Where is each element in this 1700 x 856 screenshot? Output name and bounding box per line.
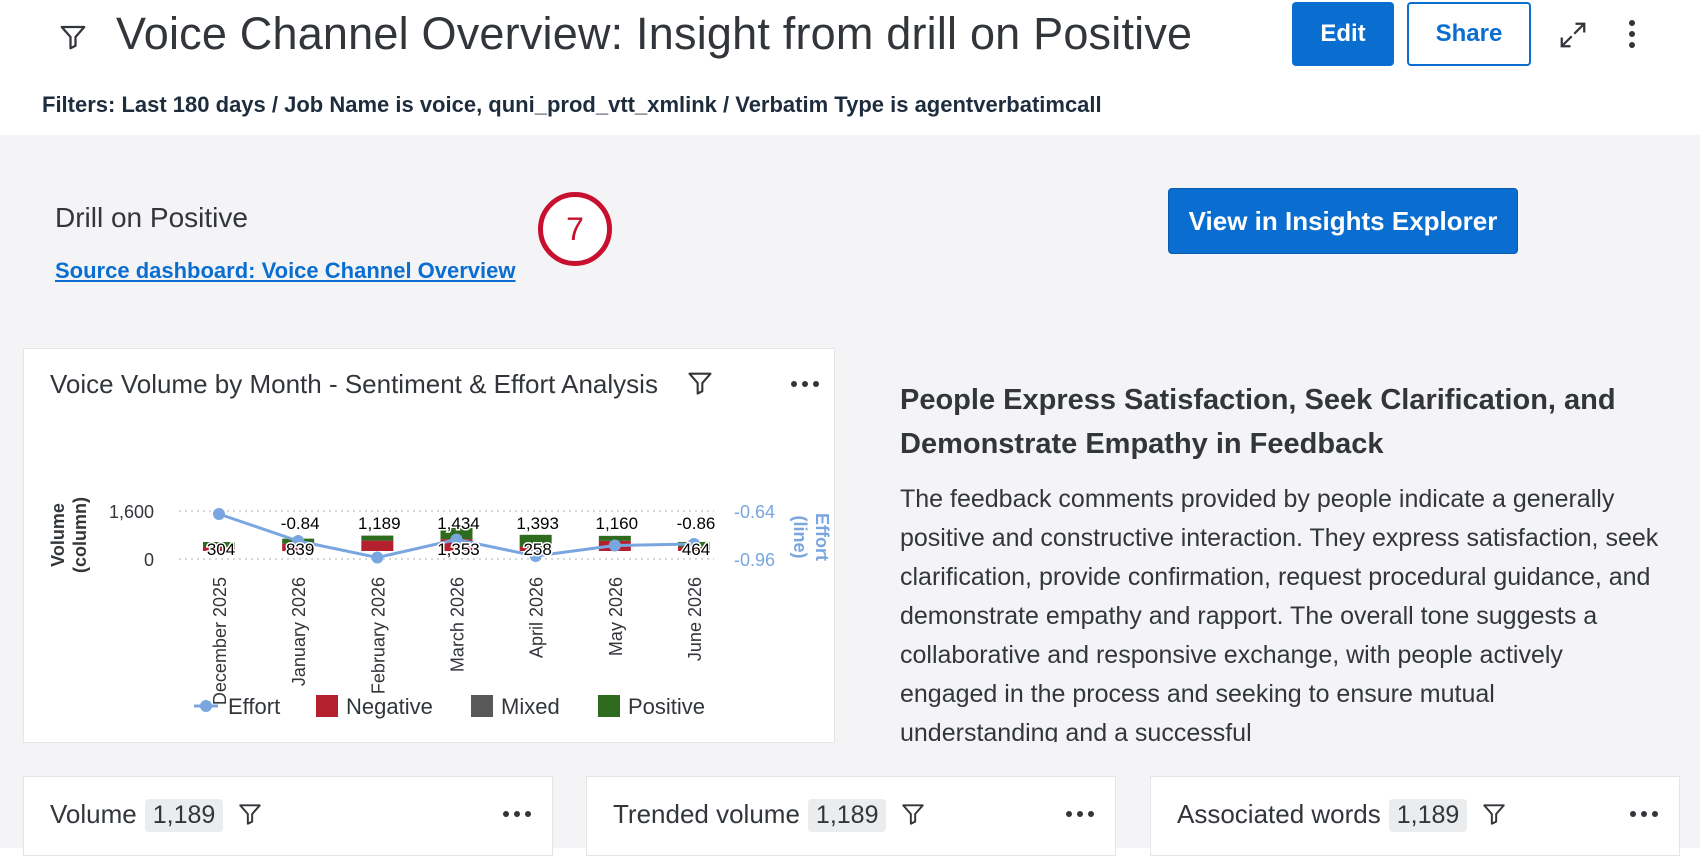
- x-tick-label: April 2026: [527, 577, 547, 658]
- y-tick-label: 1,600: [109, 502, 154, 522]
- trended-volume-card: Trended volume 1,189: [586, 776, 1116, 856]
- more-horizontal-icon[interactable]: [502, 809, 532, 819]
- y-tick-label: 0: [144, 550, 154, 570]
- filter-icon[interactable]: [900, 801, 926, 827]
- count-badge: 1,189: [807, 799, 887, 832]
- data-label: 1,160: [596, 514, 639, 533]
- view-in-insights-explorer-button[interactable]: View in Insights Explorer: [1168, 188, 1518, 254]
- card-title: Trended volume: [613, 799, 800, 829]
- data-label: -0.86: [677, 514, 716, 533]
- filter-icon[interactable]: [237, 801, 263, 827]
- more-horizontal-icon[interactable]: [1629, 809, 1659, 819]
- legend-marker-effort: [200, 700, 212, 712]
- y2-tick-label: -0.64: [734, 502, 775, 522]
- effort-point: [608, 539, 621, 552]
- legend-swatch: [598, 695, 620, 717]
- legend-swatch: [471, 695, 493, 717]
- x-tick-label: June 2026: [685, 577, 705, 661]
- associated-words-card: Associated words 1,189: [1150, 776, 1680, 856]
- insight-heading: People Express Satisfaction, Seek Clarif…: [900, 384, 1616, 460]
- expand-icon[interactable]: [1558, 20, 1588, 50]
- data-label: 1,393: [516, 514, 559, 533]
- chart-title: Voice Volume by Month - Sentiment & Effo…: [50, 369, 658, 399]
- bar-negative: [361, 540, 394, 551]
- data-label: -0.84: [281, 514, 320, 533]
- x-tick-label: March 2026: [448, 577, 468, 672]
- data-label: 839: [286, 540, 314, 559]
- insight-body: The feedback comments provided by people…: [900, 485, 1659, 742]
- more-vertical-icon[interactable]: [1622, 18, 1642, 50]
- data-label: 1,434: [437, 514, 480, 533]
- count-badge: 1,189: [1388, 799, 1468, 832]
- x-tick-label: January 2026: [289, 577, 309, 686]
- data-label: 258: [523, 540, 551, 559]
- card-title: Volume: [50, 799, 137, 829]
- drill-title: Drill on Positive: [55, 202, 248, 233]
- y2-axis-title: Effort: [812, 513, 832, 561]
- volume-card: Volume 1,189: [23, 776, 553, 856]
- legend-label: Positive: [628, 694, 705, 719]
- filters-summary: Filters: Last 180 days / Job Name is voi…: [42, 92, 1102, 117]
- y-axis-title: (column): [70, 497, 90, 573]
- bar-positive: [361, 535, 394, 541]
- filter-icon[interactable]: [686, 369, 714, 397]
- card-title: Associated words: [1177, 799, 1381, 829]
- effort-point: [371, 551, 384, 564]
- page-header: Voice Channel Overview: Insight from dri…: [0, 0, 1700, 135]
- volume-effort-chart: Volume (column) 1,6000-0.64-0.96 Effort(lin…: [48, 497, 832, 719]
- more-horizontal-icon[interactable]: [790, 379, 820, 389]
- legend-label: Effort: [228, 694, 280, 719]
- y2-axis-title: (line): [790, 516, 810, 559]
- legend-label: Negative: [346, 694, 433, 719]
- data-label: 304: [207, 540, 235, 559]
- data-label: 1,189: [358, 514, 401, 533]
- filter-icon[interactable]: [1481, 801, 1507, 827]
- filter-icon[interactable]: [58, 22, 88, 52]
- effort-point: [213, 508, 225, 520]
- chart-card: Voice Volume by Month - Sentiment & Effo…: [23, 348, 835, 743]
- data-label: 1,353: [437, 540, 480, 559]
- edit-button[interactable]: Edit: [1292, 2, 1394, 66]
- x-tick-label: May 2026: [606, 577, 626, 656]
- x-tick-label: February 2026: [368, 577, 388, 694]
- y2-tick-label: -0.96: [734, 550, 775, 570]
- x-tick-label: December 2025: [210, 577, 230, 705]
- y-axis-title: Volume: [48, 503, 68, 567]
- data-label: 464: [682, 540, 710, 559]
- legend-label: Mixed: [501, 694, 560, 719]
- page-title: Voice Channel Overview: Insight from dri…: [116, 8, 1193, 59]
- more-horizontal-icon[interactable]: [1065, 809, 1095, 819]
- step-badge: 7: [538, 192, 612, 266]
- share-button[interactable]: Share: [1407, 2, 1531, 66]
- source-dashboard-link[interactable]: Source dashboard: Voice Channel Overview: [55, 258, 516, 284]
- insight-body-container: The feedback comments provided by people…: [900, 480, 1660, 742]
- count-badge: 1,189: [144, 799, 224, 832]
- legend-swatch: [316, 695, 338, 717]
